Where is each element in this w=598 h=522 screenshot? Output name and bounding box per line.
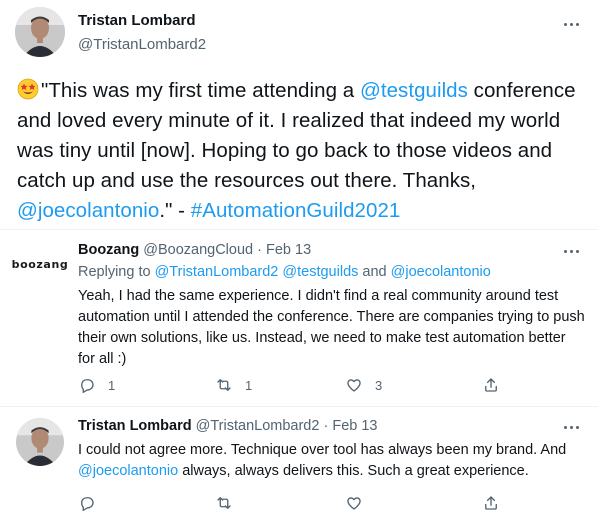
divider <box>0 406 598 407</box>
separator-dot: · <box>323 418 329 434</box>
retweet-action[interactable] <box>215 494 233 512</box>
reply-author-name[interactable]: Boozang <box>78 242 139 258</box>
heart-icon <box>347 379 361 392</box>
author-avatar[interactable] <box>15 7 65 57</box>
replying-to-label: Replying to <box>78 264 155 280</box>
like-count: 3 <box>375 377 383 393</box>
and-text: and <box>358 264 391 280</box>
reply-author-handle[interactable]: @BoozangCloud <box>143 242 253 258</box>
like-action[interactable] <box>345 494 363 512</box>
mention-link[interactable]: @joecolantonio <box>78 463 178 479</box>
replying-to-line: Replying to @TristanLombard2 @testguilds… <box>78 264 491 280</box>
reply-author-name[interactable]: Tristan Lombard <box>78 418 192 434</box>
author-name[interactable]: Tristan Lombard <box>78 12 196 29</box>
reply-action[interactable] <box>78 494 96 512</box>
reply-text-part: I could not agree more. Technique over t… <box>78 442 567 458</box>
heart-icon <box>347 497 361 510</box>
retweet-icon <box>217 497 231 509</box>
mention-link[interactable]: @testguilds <box>282 264 358 280</box>
reply-count: 1 <box>108 377 116 393</box>
reply-author-avatar[interactable] <box>16 418 64 466</box>
like-action[interactable]: 3 <box>345 376 382 394</box>
tweet-link[interactable]: @joecolantonio <box>17 199 159 222</box>
tweet-text: "This was my first time attending a @tes… <box>17 76 591 226</box>
reply-header: Boozang @BoozangCloud · Feb 13 <box>78 242 311 258</box>
reply-author-handle[interactable]: @TristanLombard2 <box>196 418 320 434</box>
tweet-text-part: "This was my first time attending a <box>41 79 360 102</box>
tweet-link[interactable]: @testguilds <box>360 79 468 102</box>
share-icon <box>485 496 497 510</box>
reply-icon <box>81 497 94 512</box>
reply-date[interactable]: Feb 13 <box>266 242 311 258</box>
reply-text-part: always, always delivers this. Such a gre… <box>178 463 529 479</box>
retweet-icon <box>217 379 231 391</box>
share-icon <box>485 378 497 392</box>
reply-text: I could not agree more. Technique over t… <box>78 440 590 482</box>
tweet-link[interactable]: #AutomationGuild2021 <box>191 199 401 222</box>
separator-dot: · <box>257 242 262 258</box>
reply-date[interactable]: Feb 13 <box>332 418 377 434</box>
tweet-text-part: ." - <box>159 199 191 222</box>
mention-link[interactable]: @joecolantonio <box>391 264 491 280</box>
share-action[interactable] <box>482 376 500 394</box>
logo-text: boozang <box>11 257 69 271</box>
more-options-icon[interactable] <box>559 241 583 261</box>
more-options-icon[interactable] <box>559 14 583 34</box>
reply-text: Yeah, I had the same experience. I didn'… <box>78 288 585 367</box>
reply-icon <box>81 379 94 394</box>
retweet-action[interactable]: 1 <box>215 376 252 394</box>
mention-link[interactable]: @TristanLombard2 <box>155 264 279 280</box>
star-struck-emoji-icon <box>17 78 39 100</box>
reply-action[interactable]: 1 <box>78 376 115 394</box>
retweet-count: 1 <box>245 377 253 393</box>
more-options-icon[interactable] <box>559 417 583 437</box>
reply-header: Tristan Lombard @TristanLombard2 · Feb 1… <box>78 418 378 434</box>
boozang-logo[interactable]: boozang <box>12 250 68 278</box>
divider <box>0 229 598 230</box>
share-action[interactable] <box>482 494 500 512</box>
author-handle[interactable]: @TristanLombard2 <box>78 36 206 53</box>
